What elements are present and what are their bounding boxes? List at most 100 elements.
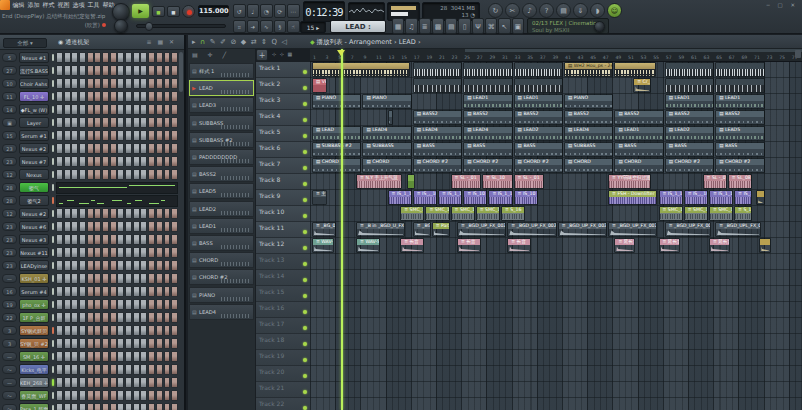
channel-rack-button[interactable]: ≣: [419, 18, 431, 34]
step-cell[interactable]: [125, 286, 132, 297]
track-name[interactable]: Track 16: [256, 302, 310, 318]
step-cell[interactable]: [164, 390, 171, 401]
step-cell[interactable]: [64, 169, 71, 180]
step-cell[interactable]: [140, 390, 147, 401]
channel-number[interactable]: 28: [2, 196, 17, 205]
channel-mute-led[interactable]: [52, 340, 54, 347]
step-cell[interactable]: [94, 390, 101, 401]
pause-button[interactable]: ■: [152, 6, 165, 17]
step-cell[interactable]: [117, 143, 124, 154]
step-cell[interactable]: [148, 234, 155, 245]
track-name[interactable]: Track 22: [256, 398, 310, 410]
assistant-button[interactable]: ☺: [607, 3, 622, 18]
step-cell[interactable]: [79, 130, 86, 141]
step-cell[interactable]: [133, 390, 140, 401]
step-cell[interactable]: [171, 351, 178, 362]
step-cell[interactable]: [133, 299, 140, 310]
step-cell[interactable]: [164, 338, 171, 349]
step-cell[interactable]: [164, 247, 171, 258]
step-cell[interactable]: [164, 91, 171, 102]
playlist-grid[interactable]: ▤ WH2 Hou_ps - 240▤ VER2≡ Cr_M▤ PIANO▤ P…: [310, 62, 802, 410]
clip[interactable]: ≡ 长音: [400, 238, 424, 253]
zoom-tool[interactable]: Q: [271, 36, 277, 48]
menu-3[interactable]: 样式: [41, 0, 56, 10]
channel-number[interactable]: 〜: [2, 391, 17, 400]
step-cell[interactable]: [64, 208, 71, 219]
track-name[interactable]: Track 15: [256, 286, 310, 302]
step-cell[interactable]: [94, 52, 101, 63]
track-name[interactable]: Track 18: [256, 334, 310, 350]
clip[interactable]: ≡ 长音: [507, 238, 531, 253]
step-cell[interactable]: [102, 78, 109, 89]
channel-number[interactable]: 23: [2, 157, 17, 166]
browser-button[interactable]: ▤: [445, 18, 457, 34]
step-cell[interactable]: [156, 364, 163, 375]
step-cell[interactable]: [79, 91, 86, 102]
clip[interactable]: ▤ LEAD1: [665, 94, 714, 109]
step-cell[interactable]: [64, 247, 71, 258]
swing-button[interactable]: ∿: [260, 20, 273, 33]
step-cell[interactable]: [94, 208, 101, 219]
step-cell[interactable]: [156, 390, 163, 401]
step-cell[interactable]: [156, 52, 163, 63]
step-cell[interactable]: [164, 299, 171, 310]
step-cell[interactable]: [87, 104, 94, 115]
channel-number[interactable]: 5: [2, 53, 17, 62]
channel-button[interactable]: FL_10 ✛: [19, 91, 49, 102]
clip[interactable]: ▤ LEAD5: [715, 126, 764, 141]
step-cell[interactable]: [148, 299, 155, 310]
step-cell[interactable]: [79, 312, 86, 323]
step-cell[interactable]: [171, 91, 178, 102]
step-cell[interactable]: [171, 208, 178, 219]
track-enable-dot[interactable]: [303, 150, 307, 154]
pattern-item[interactable]: LEAD2: [189, 201, 254, 217]
channel-button[interactable]: Nexus #2: [19, 208, 49, 219]
track-name[interactable]: Track 11: [256, 222, 310, 238]
channel-number[interactable]: 16: [2, 287, 17, 296]
channel-rack-scrollbar[interactable]: [179, 52, 183, 92]
channel-mute-led[interactable]: [52, 197, 54, 204]
step-cell[interactable]: [56, 403, 63, 410]
step-cell[interactable]: [79, 247, 86, 258]
hint-knob[interactable]: [594, 21, 605, 32]
track-enable-dot[interactable]: [303, 294, 307, 298]
clip[interactable]: [756, 190, 764, 205]
step-cell[interactable]: [110, 65, 117, 76]
step-cell[interactable]: [117, 78, 124, 89]
step-cell[interactable]: [140, 104, 147, 115]
help-button[interactable]: ?: [539, 3, 554, 18]
clip[interactable]: ≡ IS_10: [463, 190, 487, 205]
step-cell[interactable]: [156, 65, 163, 76]
step-cell[interactable]: [164, 208, 171, 219]
channel-mute-led[interactable]: [52, 210, 54, 217]
pattern-item[interactable]: CHORD: [189, 252, 254, 268]
track-name[interactable]: Track 9: [256, 190, 310, 206]
step-cell[interactable]: [94, 221, 101, 232]
step-cell[interactable]: [71, 390, 78, 401]
step-cell[interactable]: [64, 117, 71, 128]
step-cell[interactable]: [164, 169, 171, 180]
channel-number[interactable]: 10: [2, 79, 17, 88]
clip[interactable]: ▤ LEAD4: [413, 126, 462, 141]
step-cell[interactable]: [133, 78, 140, 89]
clip[interactable]: ▤ CHORD #2: [665, 158, 714, 173]
step-cell[interactable]: [71, 52, 78, 63]
clip[interactable]: ≡ YY弱味空扫过渡: [608, 174, 651, 189]
clip[interactable]: ▤ LEAD2: [665, 126, 714, 141]
clip[interactable]: ▤ LEAD1: [463, 94, 512, 109]
menu-1[interactable]: 编辑: [11, 0, 26, 10]
track-enable-dot[interactable]: [303, 246, 307, 250]
step-cell[interactable]: [79, 338, 86, 349]
pattern-item[interactable]: LEAD: [189, 80, 254, 96]
step-cell[interactable]: [133, 351, 140, 362]
track-name[interactable]: Track 4: [256, 110, 310, 126]
channel-button[interactable]: SY钢_贝 #2: [19, 338, 49, 349]
step-cell[interactable]: [71, 351, 78, 362]
clip[interactable]: ▤ BASS: [715, 142, 764, 157]
step-cell[interactable]: [171, 234, 178, 245]
channel-mute-led[interactable]: [52, 379, 54, 386]
step-cell[interactable]: [56, 52, 63, 63]
step-cell[interactable]: [156, 104, 163, 115]
track-header-icons[interactable]: ⊹ ⊹ ▦: [272, 51, 293, 57]
channel-number[interactable]: 11: [2, 92, 17, 101]
